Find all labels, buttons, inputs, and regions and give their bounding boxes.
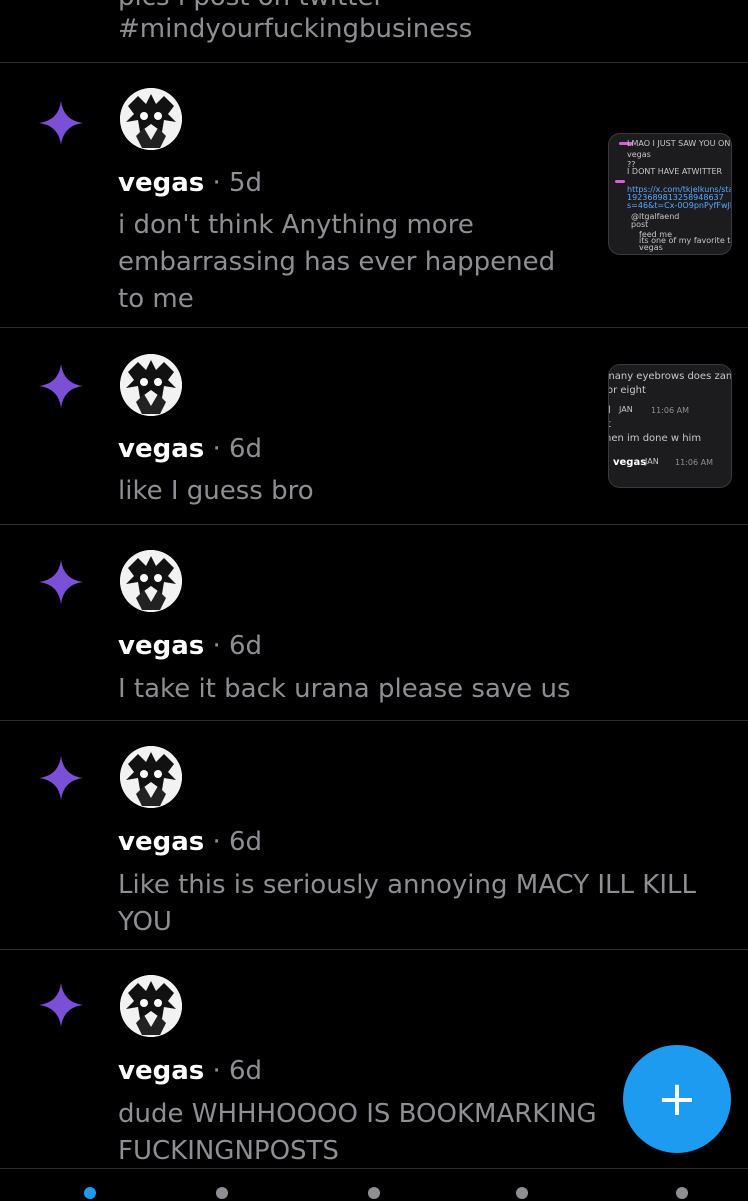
post-age: 6d (229, 1056, 263, 1086)
post-age: 6d (229, 631, 263, 661)
thumb-text: 11:06 AM (675, 458, 713, 467)
post-age: 6d (229, 827, 263, 857)
image-attachment[interactable]: LMAO I JUST SAW YOU ON TWITTER BRO vegas… (608, 133, 732, 255)
plus-icon: + (656, 1071, 698, 1127)
tab-home-icon[interactable] (84, 1187, 96, 1199)
bottom-tab-bar (0, 1168, 748, 1201)
avatar[interactable] (120, 975, 182, 1037)
post-header: vegas · 6d (118, 631, 263, 661)
post-header: vegas · 5d (118, 168, 263, 198)
post-age: 5d (229, 168, 263, 198)
username[interactable]: vegas (118, 434, 204, 464)
thumb-text: vegas (613, 457, 647, 468)
post-item[interactable]: vegas · 6d like I guess bro many eyebrow… (0, 328, 748, 525)
post-item[interactable]: vegas · 6d I take it back urana please s… (0, 525, 748, 721)
thumb-text: JAN (619, 405, 633, 414)
sparkle-icon (39, 983, 83, 1027)
tab-search-icon[interactable] (216, 1187, 228, 1199)
post-header: vegas · 6d (118, 434, 263, 464)
post-item[interactable]: vegas · 6d Like this is seriously annoyi… (0, 721, 748, 950)
image-attachment[interactable]: many eyebrows does zanka or eight l JAN … (608, 364, 732, 488)
avatar[interactable] (120, 88, 182, 150)
post-age: 6d (229, 434, 263, 464)
tab-profile-icon[interactable] (676, 1187, 688, 1199)
sparkle-icon (39, 560, 83, 604)
post-text: pics i post on twitter (118, 0, 384, 12)
thumb-text: post (631, 220, 649, 229)
username[interactable]: vegas (118, 168, 204, 198)
thumb-text: 11:06 AM (651, 406, 689, 415)
thumb-text: LMAO I JUST SAW YOU ON TWITTER BRO (627, 139, 731, 148)
post-text: I take it back urana please save us (118, 674, 571, 704)
thumb-text: s=46&t=Cx-0O9pnPyfFwJLSKAfg (627, 201, 731, 210)
avatar[interactable] (120, 354, 182, 416)
sparkle-icon (39, 364, 83, 408)
thumb-text: vegas (627, 150, 651, 159)
post-text: Like this is seriously annoying MACY ILL… (118, 870, 696, 937)
post-item[interactable]: vegas · 5d i don't think Anything more e… (0, 63, 748, 328)
thumb-text: many eyebrows does zanka (609, 371, 732, 382)
post-item[interactable]: vegas · 6d dude WHHHOOOO IS BOOKMARKING … (0, 950, 748, 1170)
thumb-text: JAN (645, 457, 659, 466)
post-header: vegas · 6d (118, 827, 263, 857)
thumb-text: or eight (608, 385, 646, 396)
username[interactable]: vegas (118, 1056, 204, 1086)
previous-post-tail[interactable]: pics i post on twitter #mindyourfuckingb… (0, 0, 748, 63)
sparkle-icon (39, 756, 83, 800)
username[interactable]: vegas (118, 827, 204, 857)
thumb-text: I DONT HAVE ATWITTER (627, 167, 723, 176)
post-text: i don't think Anything more embarrassing… (118, 210, 556, 314)
username[interactable]: vegas (118, 631, 204, 661)
thumb-text: l (609, 405, 610, 416)
post-text: dude WHHHOOOO IS BOOKMARKING FUCKINGNPOS… (118, 1099, 597, 1166)
compose-button[interactable]: + (623, 1045, 731, 1153)
thumb-text: hen im done w him (608, 433, 702, 444)
thumb-text: vegas (639, 243, 663, 252)
avatar[interactable] (120, 746, 182, 808)
tab-messages-icon[interactable] (516, 1187, 528, 1199)
avatar[interactable] (120, 550, 182, 612)
post-header: vegas · 6d (118, 1056, 263, 1086)
tab-notifications-icon[interactable] (368, 1187, 380, 1199)
sparkle-icon (39, 101, 83, 145)
post-hashtag[interactable]: #mindyourfuckingbusiness (118, 14, 472, 44)
thumb-text: t (609, 419, 611, 430)
